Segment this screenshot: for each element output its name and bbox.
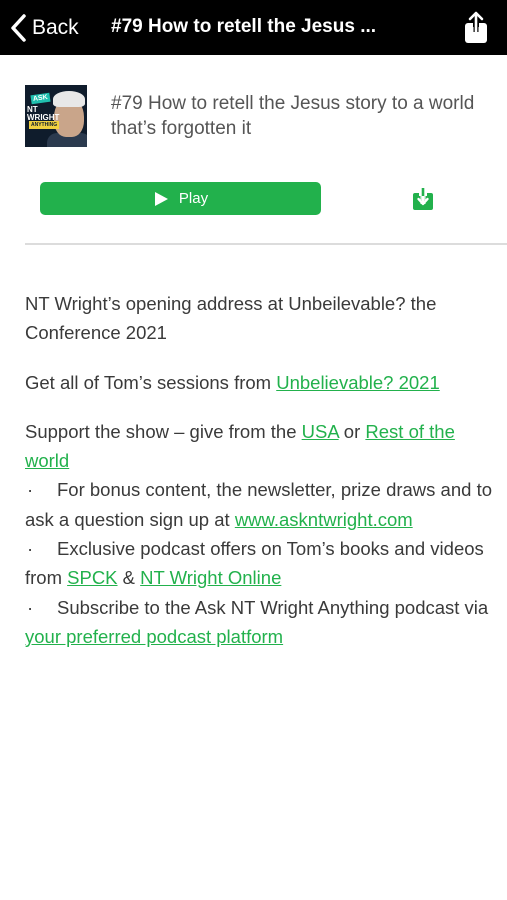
share-icon [465,11,487,43]
nt-wright-online-link[interactable]: NT Wright Online [140,567,281,588]
chevron-left-icon [11,14,26,42]
play-label: Play [178,190,209,207]
offers-amp-text: & [117,567,141,589]
artwork-name-label: NT WRIGHT [27,105,60,122]
back-button[interactable]: Back [8,10,79,46]
artwork-anything-label: ANYTHING [29,121,60,129]
download-button[interactable] [412,187,434,211]
subscribe-item: · Subscribe to the Ask NT Wright Anything… [25,593,495,652]
usa-link[interactable]: USA [302,421,339,442]
bonus-item: · For bonus content, the newsletter, priz… [25,475,495,534]
support-text: Support the show – give from the [25,420,302,442]
episode-title: #79 How to retell the Jesus story to a w… [111,93,475,139]
sessions-text: Get all of Tom’s sessions from [25,371,277,393]
play-icon [154,191,168,206]
support-paragraph: Support the show – give from the USA or … [25,417,495,476]
download-icon [413,188,433,210]
podcast-platform-link[interactable]: your preferred podcast platform [25,626,283,647]
offers-item: · Exclusive podcast offers on Tom’s books… [25,534,495,593]
back-label: Back [32,16,79,39]
support-or-text: or [338,420,366,442]
artwork-ask-label: ASK [30,92,51,105]
sessions-link[interactable]: Unbelievable? 2021 [276,372,440,393]
website-link[interactable]: www.askntwright.com [235,509,413,530]
sessions-paragraph: Get all of Tom’s sessions from Unbelieva… [25,368,495,397]
play-button[interactable]: Play [40,182,321,215]
intro-paragraph: NT Wright’s opening address at Unbeileva… [25,293,437,344]
subscribe-text: Subscribe to the Ask NT Wright Anything … [57,596,489,618]
bullet: · [27,596,34,618]
page-title: #79 How to retell the Jesus ... [111,16,377,37]
share-button[interactable] [458,10,494,46]
bullet: · [27,538,34,560]
podcast-artwork: ASK NT WRIGHT ANYTHING [25,85,87,147]
episode-description: NT Wright’s opening address at Unbeileva… [25,289,495,651]
divider [25,243,507,245]
bullet: · [27,479,34,501]
spck-link[interactable]: SPCK [67,567,117,588]
nav-bar: Back #79 How to retell the Jesus ... [0,0,507,55]
